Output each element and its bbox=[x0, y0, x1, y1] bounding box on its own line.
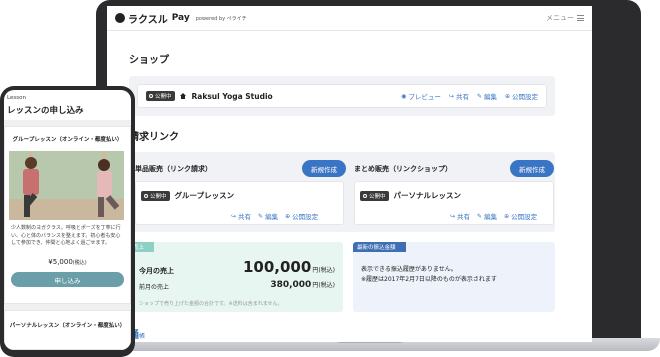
bundle-sale-title: まとめ販売（リンクショップ） bbox=[354, 165, 452, 173]
status-badge-label: 公開中 bbox=[155, 94, 172, 100]
deposit-line-2: ※履歴は2017年2月7日以降のものが表示されます bbox=[361, 276, 497, 283]
share-link[interactable]: ↪ 共有 bbox=[450, 211, 471, 222]
previous-month-value: 380,000 bbox=[270, 280, 312, 290]
current-month-value: 100,000 bbox=[242, 258, 312, 276]
status-badge-label: 公開中 bbox=[369, 193, 386, 200]
publish-settings-label: 公開設定 bbox=[512, 93, 538, 101]
globe-icon: ⊕ bbox=[504, 212, 510, 220]
share-link[interactable]: ↪ 共有 bbox=[231, 211, 252, 222]
globe-icon bbox=[144, 193, 148, 198]
phone-category: Lesson bbox=[7, 95, 26, 101]
status-badge: 公開中 bbox=[141, 190, 170, 201]
preview-label: プレビュー bbox=[408, 93, 441, 101]
single-sale-title: 単品販売（リンク請求） bbox=[135, 165, 212, 173]
lesson-price-tax: (税込) bbox=[72, 260, 87, 266]
yoga-photo bbox=[9, 151, 124, 220]
home-icon bbox=[179, 92, 187, 100]
lesson-price: ¥5,000 bbox=[48, 258, 73, 266]
preview-link[interactable]: ◉ プレビュー bbox=[401, 91, 441, 102]
billing-section-title: 請求リンク bbox=[129, 132, 179, 143]
share-label: 共有 bbox=[457, 213, 471, 221]
powered-by: powered by ペライチ bbox=[195, 15, 247, 22]
product-name: パーソナルレッスン bbox=[393, 191, 462, 200]
logo-icon bbox=[115, 13, 125, 23]
shop-panel: 公開中 Raksul Yoga Studio ◉ プレビュー ↪ 共有 ✎ 編集 ⊕ 公… bbox=[129, 76, 555, 116]
bundle-sale-new-button[interactable]: 新規作成 bbox=[510, 160, 554, 177]
share-label: 共有 bbox=[455, 93, 469, 101]
status-badge: 公開中 bbox=[360, 190, 389, 201]
app-header: ラクスル Pay powered by ペライチ メニュー bbox=[107, 6, 592, 31]
deposit-line-1: 表示できる振込履歴がありません。 bbox=[361, 266, 457, 273]
single-sale-new-button[interactable]: 新規作成 bbox=[302, 160, 346, 177]
phone-title: レッスンの申し込み bbox=[7, 106, 84, 116]
billing-panel: 単品販売（リンク請求） 新規作成 公開中 グループレッスン ↪ 共有 ✎ 編集 ⊕ 公… bbox=[129, 152, 555, 232]
lesson-card-personal[interactable]: パーソナルレッスン（オンライン・都度払い） bbox=[4, 310, 131, 350]
edit-icon: ✎ bbox=[477, 212, 483, 220]
single-sale-card: 公開中 グループレッスン ↪ 共有 ✎ 編集 ⊕ 公開設定 bbox=[135, 181, 344, 225]
status-badge-label: 公開中 bbox=[150, 193, 167, 200]
current-month-unit: 円(税込) bbox=[312, 267, 335, 274]
shop-section-title: ショップ bbox=[129, 55, 169, 66]
edit-label: 編集 bbox=[484, 213, 498, 221]
lesson-description: 少人数制のヨガクラス。呼吸とポーズを丁寧に行い、心と体のバランスを整えます。初心… bbox=[11, 225, 121, 246]
logo-pay: Pay bbox=[171, 13, 190, 23]
deposit-tag: 最新の振込金額 bbox=[353, 242, 406, 252]
next-section-small: 帳 bbox=[139, 333, 146, 340]
deposit-panel: 最新の振込金額 表示できる振込履歴がありません。 ※履歴は2017年2月7日以降… bbox=[353, 242, 555, 312]
logo-text[interactable]: ラクスル bbox=[128, 11, 168, 26]
sales-note: ショップで売り上げた金額の合計です。※送料は含まれません。 bbox=[139, 301, 283, 307]
previous-month-label: 前月の売上 bbox=[139, 284, 170, 291]
edit-label: 編集 bbox=[483, 93, 497, 101]
apply-button[interactable]: 申し込み bbox=[11, 272, 124, 287]
edit-icon: ✎ bbox=[476, 92, 482, 100]
share-icon: ↪ bbox=[231, 212, 237, 220]
edit-link[interactable]: ✎ 編集 bbox=[477, 211, 498, 222]
edit-label: 編集 bbox=[265, 213, 279, 221]
edit-link[interactable]: ✎ 編集 bbox=[258, 211, 279, 222]
globe-icon: ⊕ bbox=[504, 92, 510, 100]
shop-card: 公開中 Raksul Yoga Studio ◉ プレビュー ↪ 共有 ✎ 編集 ⊕ 公… bbox=[137, 84, 547, 108]
publish-settings-link[interactable]: ⊕ 公開設定 bbox=[504, 91, 538, 102]
publish-settings-label: 公開設定 bbox=[292, 213, 319, 221]
hamburger-icon bbox=[577, 15, 584, 21]
publish-settings-link[interactable]: ⊕ 公開設定 bbox=[504, 211, 538, 222]
status-badge: 公開中 bbox=[146, 91, 175, 101]
globe-icon bbox=[149, 94, 153, 98]
phone-screen: Lesson レッスンの申し込み グループレッスン（オンライン・都度払い） 少人… bbox=[4, 90, 131, 350]
current-month-label: 今月の売上 bbox=[139, 267, 174, 275]
share-link[interactable]: ↪ 共有 bbox=[448, 91, 469, 102]
previous-month-unit: 円(税込) bbox=[312, 282, 335, 289]
edit-link[interactable]: ✎ 編集 bbox=[476, 91, 497, 102]
bundle-sale-card: 公開中 パーソナルレッスン ↪ 共有 ✎ 編集 ⊕ 公開設定 bbox=[354, 181, 554, 225]
share-icon: ↪ bbox=[448, 92, 454, 100]
dashboard-screen: ラクスル Pay powered by ペライチ メニュー ショップ 公開中 R… bbox=[107, 6, 592, 342]
menu-button[interactable]: メニュー bbox=[546, 13, 584, 23]
publish-settings-link[interactable]: ⊕ 公開設定 bbox=[285, 211, 319, 222]
globe-icon bbox=[363, 193, 367, 198]
share-label: 共有 bbox=[238, 213, 252, 221]
globe-icon: ⊕ bbox=[285, 212, 291, 220]
publish-settings-label: 公開設定 bbox=[511, 213, 538, 221]
lesson-title: パーソナルレッスン（オンライン・都度払い） bbox=[9, 323, 126, 329]
eye-icon: ◉ bbox=[401, 92, 407, 100]
sales-panel: 売上 今月の売上 100,000 円(税込) 前月の売上 380,000 円(税… bbox=[129, 242, 343, 312]
share-icon: ↪ bbox=[450, 212, 456, 220]
yoga-illustration bbox=[9, 151, 124, 220]
shop-name: Raksul Yoga Studio bbox=[191, 91, 273, 101]
menu-label: メニュー bbox=[546, 14, 574, 22]
product-name: グループレッスン bbox=[174, 191, 235, 200]
lesson-title: グループレッスン（オンライン・都度払い） bbox=[12, 137, 123, 143]
edit-icon: ✎ bbox=[258, 212, 264, 220]
